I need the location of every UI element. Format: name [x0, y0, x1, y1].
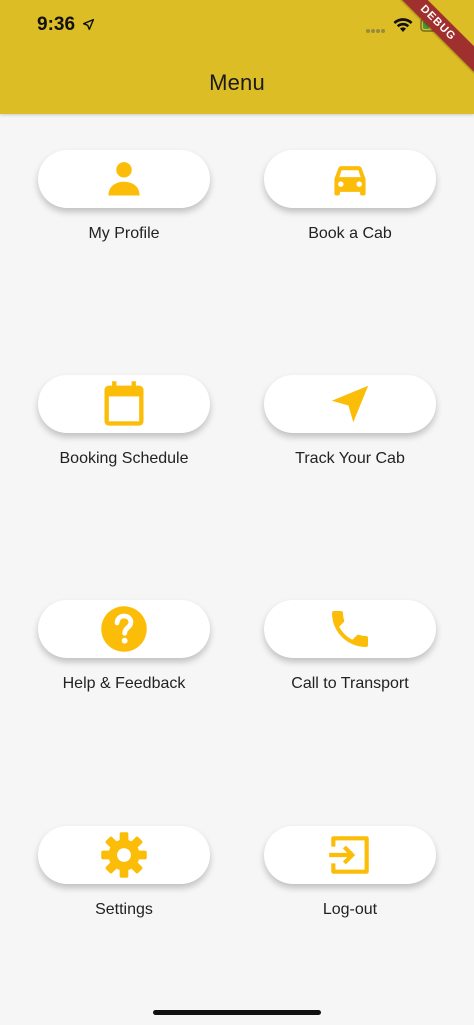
menu-screen: 9:36 Menu DEBUG My Profile Book a Cab Bo… [0, 0, 474, 1025]
call-to-transport-button[interactable] [264, 600, 436, 658]
menu-item-label: Log-out [322, 901, 378, 918]
menu-item-label: Call to Transport [291, 675, 409, 692]
calendar-icon [104, 381, 144, 426]
menu-item-label: Settings [95, 901, 153, 918]
menu-item-label: Track Your Cab [295, 450, 405, 467]
settings-button[interactable] [38, 826, 210, 884]
menu-item-label: Help & Feedback [62, 675, 186, 692]
menu-item-label: Booking Schedule [59, 450, 189, 467]
menu-item-label: My Profile [88, 225, 160, 242]
navigation-arrow-icon [331, 385, 369, 423]
gear-icon [101, 832, 147, 878]
status-time: 9:36 [37, 14, 76, 35]
person-icon [108, 162, 140, 196]
help-feedback-button[interactable] [38, 600, 210, 658]
car-icon [334, 166, 366, 196]
my-profile-button[interactable] [38, 150, 210, 208]
help-circle-icon [101, 606, 147, 652]
wifi-icon [393, 18, 413, 32]
location-arrow-icon [82, 18, 95, 31]
track-your-cab-button[interactable] [264, 375, 436, 433]
book-a-cab-button[interactable] [264, 150, 436, 208]
logout-icon [329, 836, 369, 874]
cellular-signal-icon [366, 29, 385, 33]
menu-item-label: Book a Cab [308, 225, 392, 242]
app-bar: 9:36 Menu [0, 0, 474, 114]
home-indicator[interactable] [153, 1010, 321, 1015]
phone-icon [332, 611, 368, 647]
page-title: Menu [209, 70, 265, 95]
log-out-button[interactable] [264, 826, 436, 884]
booking-schedule-button[interactable] [38, 375, 210, 433]
